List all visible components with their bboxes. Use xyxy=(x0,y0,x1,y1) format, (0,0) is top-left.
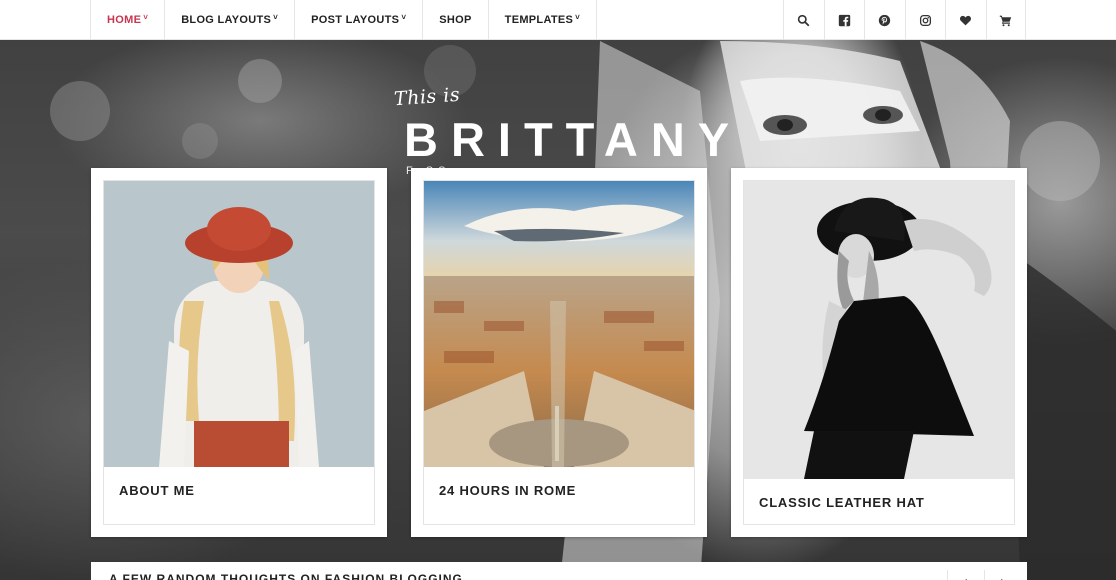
card-title[interactable]: CLASSIC LEATHER HAT xyxy=(759,495,925,510)
nav-icon-group xyxy=(783,0,1026,40)
cart-icon[interactable] xyxy=(985,0,1026,40)
nav-item-templates[interactable]: TEMPLATES ˅ xyxy=(487,0,598,40)
card-image-about xyxy=(104,181,374,467)
card-image-rome xyxy=(424,181,694,467)
nav-item-label: BLOG LAYOUTS xyxy=(181,14,272,26)
woman-black-hat-photo xyxy=(744,181,1014,479)
nav-item-label: HOME xyxy=(107,14,142,26)
nav-item-home[interactable]: HOME ˅ xyxy=(90,0,164,40)
rome-cityscape-photo xyxy=(424,181,694,467)
woman-red-hat-photo xyxy=(104,181,374,467)
nav-item-blog-layouts[interactable]: BLOG LAYOUTS ˅ xyxy=(164,0,294,40)
card-frame: ABOUT ME xyxy=(103,180,375,525)
card-title[interactable]: ABOUT ME xyxy=(119,483,195,498)
heart-icon[interactable] xyxy=(945,0,986,40)
nav-item-post-layouts[interactable]: POST LAYOUTS ˅ xyxy=(294,0,422,40)
nav-item-label: POST LAYOUTS xyxy=(311,14,400,26)
pinterest-icon[interactable] xyxy=(864,0,905,40)
featured-post-heading[interactable]: A FEW RANDOM THOUGHTS ON FASHION BLOGGIN… xyxy=(109,572,463,580)
card-title[interactable]: 24 HOURS IN ROME xyxy=(439,483,576,498)
top-navigation: HOME ˅ BLOG LAYOUTS ˅ POST LAYOUTS ˅ SHOP T… xyxy=(0,0,1116,40)
chevron-down-icon: ˅ xyxy=(401,12,407,22)
card-frame: 24 HOURS IN ROME xyxy=(423,180,695,525)
nav-item-label: SHOP xyxy=(439,14,472,26)
search-icon[interactable] xyxy=(783,0,824,40)
bottom-slider-strip: A FEW RANDOM THOUGHTS ON FASHION BLOGGIN… xyxy=(91,562,1027,580)
main-menu: HOME ˅ BLOG LAYOUTS ˅ POST LAYOUTS ˅ SHOP T… xyxy=(90,0,598,40)
site-logo[interactable]: BRITTANY xyxy=(404,112,742,167)
nav-item-label: TEMPLATES xyxy=(504,14,574,26)
card-image-hat xyxy=(744,181,1014,479)
chevron-down-icon: ˅ xyxy=(575,12,581,22)
facebook-icon[interactable] xyxy=(823,0,865,40)
chevron-down-icon: ˅ xyxy=(143,12,149,22)
instagram-icon[interactable] xyxy=(904,0,946,40)
chevron-down-icon: ˅ xyxy=(273,12,279,22)
chevron-left-icon[interactable]: ‹ xyxy=(947,570,983,580)
promo-card-hat[interactable]: CLASSIC LEATHER HAT xyxy=(731,168,1027,537)
promo-card-about[interactable]: ABOUT ME xyxy=(91,168,387,537)
logo-script: This is xyxy=(393,83,461,111)
chevron-right-icon[interactable]: › xyxy=(984,570,1020,580)
nav-item-shop[interactable]: SHOP xyxy=(422,0,487,40)
card-frame: CLASSIC LEATHER HAT xyxy=(743,180,1015,525)
promo-card-rome[interactable]: 24 HOURS IN ROME xyxy=(411,168,707,537)
